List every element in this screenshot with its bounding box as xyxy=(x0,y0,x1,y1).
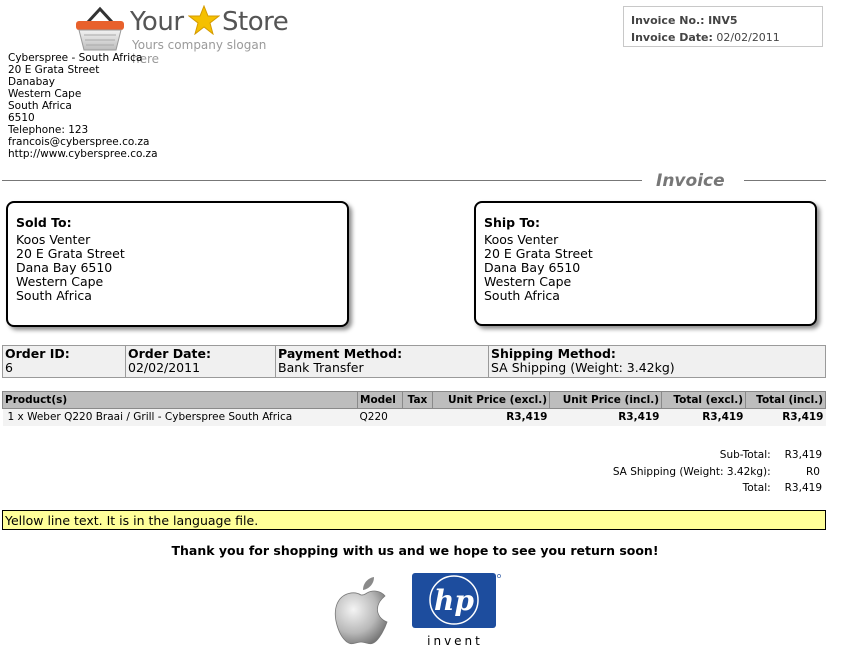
basket-icon xyxy=(76,6,124,51)
subtotal-row: Sub-Total: R3,419 xyxy=(613,447,822,464)
payment-method-label: Payment Method: xyxy=(278,346,403,361)
store-address-line: Danabay xyxy=(8,76,55,88)
sold-to-heading: Sold To: xyxy=(16,215,72,230)
product-tax xyxy=(402,408,433,426)
product-unit-excl: R3,419 xyxy=(432,408,550,426)
store-address: Cyberspree - South Africa 20 E Grata Str… xyxy=(8,52,158,160)
ship-to-line: 20 E Grata Street xyxy=(484,246,593,261)
shipping-total-value: R0 xyxy=(806,465,820,478)
shipping-method: SA Shipping (Weight: 3.42kg) xyxy=(491,360,675,375)
order-date-cell: Order Date: 02/02/2011 xyxy=(125,345,276,378)
payment-method-cell: Payment Method: Bank Transfer xyxy=(275,345,489,378)
subtotal-label: Sub-Total: xyxy=(719,449,771,461)
product-model: Q220 xyxy=(357,408,403,426)
order-id-cell: Order ID: 6 xyxy=(2,345,126,378)
store-address-line: South Africa xyxy=(8,100,72,112)
subtotal-value: R3,419 xyxy=(784,449,822,461)
shipping-total-row: SA Shipping (Weight: 3.42kg): R0 xyxy=(613,464,822,481)
store-address-line: 6510 xyxy=(8,112,35,124)
col-header-model: Model xyxy=(357,391,403,409)
order-id-label: Order ID: xyxy=(5,346,70,361)
heading-divider-right xyxy=(744,180,826,181)
col-header-total-incl: Total (incl.) xyxy=(745,391,826,409)
invoice-date-row: Invoice Date: 02/02/2011 xyxy=(631,29,822,46)
ship-to-line: Western Cape xyxy=(484,274,572,289)
order-id: 6 xyxy=(5,360,13,375)
products-table: Product(s) Model Tax Unit Price (excl.) … xyxy=(2,391,826,426)
ship-to-line: Koos Venter xyxy=(484,232,559,247)
hp-invent-tagline: invent xyxy=(427,634,483,648)
sold-to-line: South Africa xyxy=(16,288,92,303)
ship-to-line: Dana Bay 6510 xyxy=(484,260,581,275)
invoice-date-label: Invoice Date: xyxy=(631,31,713,44)
order-date-label: Order Date: xyxy=(128,346,211,361)
product-unit-incl: R3,419 xyxy=(549,408,662,426)
store-website-link[interactable]: http://www.cyberspree.co.za xyxy=(8,148,158,160)
store-email-link[interactable]: francois@cyberspree.co.za xyxy=(8,136,158,148)
invoice-info-box: Invoice No.: INV5 Invoice Date: 02/02/20… xyxy=(623,6,823,47)
invoice-number: INV5 xyxy=(708,14,738,27)
store-address-line: Cyberspree - South Africa xyxy=(8,52,143,64)
sold-to-box: Sold To: Koos Venter 20 E Grata Street D… xyxy=(6,201,349,327)
ship-to-box: Ship To: Koos Venter 20 E Grata Street D… xyxy=(474,201,817,326)
order-date: 02/02/2011 xyxy=(128,360,201,375)
hp-logo-text: hp xyxy=(434,584,474,617)
product-total-excl: R3,419 xyxy=(661,408,746,426)
order-totals: Sub-Total: R3,419 SA Shipping (Weight: 3… xyxy=(613,447,822,497)
shipping-method-label: Shipping Method: xyxy=(491,346,616,361)
logo-word-your: Your xyxy=(130,7,184,37)
logo-word-store: Store xyxy=(222,7,289,37)
invoice-number-label: Invoice No.: xyxy=(631,14,705,27)
ship-to-line: South Africa xyxy=(484,288,560,303)
shipping-method-cell: Shipping Method: SA Shipping (Weight: 3.… xyxy=(488,345,826,378)
yellow-notice-line: Yellow line text. It is in the language … xyxy=(2,510,826,530)
store-address-line: Western Cape xyxy=(8,88,82,100)
col-header-unit-incl: Unit Price (incl.) xyxy=(549,391,662,409)
col-header-unit-excl: Unit Price (excl.) xyxy=(432,391,550,409)
sold-to-line: Western Cape xyxy=(16,274,104,289)
sold-to-line: Koos Venter xyxy=(16,232,91,247)
apple-logo-icon xyxy=(334,577,388,645)
store-telephone: Telephone: 123 xyxy=(8,124,89,136)
grand-total-row: Total: R3,419 xyxy=(613,480,822,497)
invoice-title: Invoice xyxy=(656,171,725,191)
order-info-table: Order ID: 6 Order Date: 02/02/2011 Payme… xyxy=(2,345,826,378)
sold-to-line: Dana Bay 6510 xyxy=(16,260,113,275)
thank-you-message: Thank you for shopping with us and we ho… xyxy=(171,543,659,558)
col-header-total-excl: Total (excl.) xyxy=(661,391,746,409)
grand-total-label: Total: xyxy=(742,482,771,494)
grand-total-value: R3,419 xyxy=(784,482,822,494)
store-logo: Your Store Yours company slogan here xyxy=(74,4,294,66)
table-row: 1 x Weber Q220 Braai / Grill - Cyberspre… xyxy=(2,408,826,426)
col-header-tax: Tax xyxy=(402,391,433,409)
store-address-line: 20 E Grata Street xyxy=(8,64,100,76)
payment-method: Bank Transfer xyxy=(278,360,364,375)
col-header-product: Product(s) xyxy=(2,391,358,409)
sold-to-line: 20 E Grata Street xyxy=(16,246,125,261)
product-total-incl: R3,419 xyxy=(745,408,826,426)
ship-to-heading: Ship To: xyxy=(484,215,540,230)
heading-divider-left xyxy=(2,180,642,181)
shipping-total-label: SA Shipping (Weight: 3.42kg): xyxy=(612,465,771,478)
star-icon xyxy=(188,5,220,35)
product-name: 1 x Weber Q220 Braai / Grill - Cyberspre… xyxy=(2,408,358,426)
invoice-number-row: Invoice No.: INV5 xyxy=(631,12,822,29)
products-header-row: Product(s) Model Tax Unit Price (excl.) … xyxy=(2,391,826,409)
invoice-date: 02/02/2011 xyxy=(716,31,780,44)
